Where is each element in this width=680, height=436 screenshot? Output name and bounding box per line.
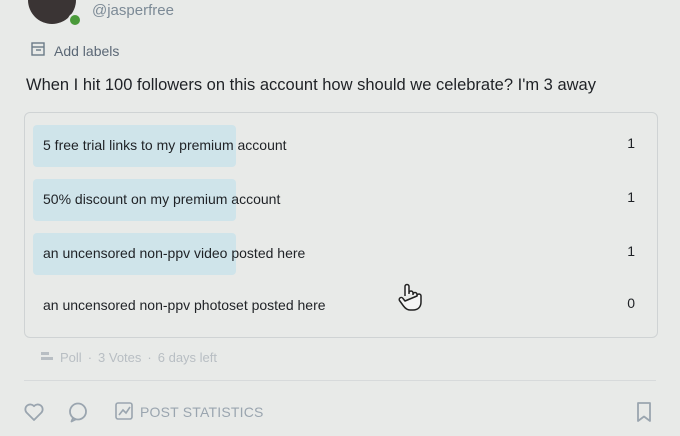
- heart-icon[interactable]: [22, 400, 46, 424]
- poll-option-votes: 0: [627, 295, 635, 311]
- hand-pointer-icon: [396, 282, 424, 312]
- post-card: @jasperfree Add labels When I hit 100 fo…: [0, 0, 680, 436]
- add-labels-label: Add labels: [54, 43, 120, 59]
- post-header: @jasperfree: [0, 0, 680, 36]
- poll-option[interactable]: an uncensored non-ppv video posted here …: [33, 233, 649, 275]
- meta-separator: ·: [147, 349, 152, 365]
- user-handle[interactable]: @jasperfree: [92, 2, 174, 19]
- poll-vote-total: 3 Votes: [98, 349, 142, 365]
- post-actions: POST STATISTICS: [22, 398, 662, 426]
- poll-time-left: 6 days left: [157, 349, 218, 365]
- post-statistics-label: POST STATISTICS: [140, 404, 264, 420]
- poll-option-votes: 1: [627, 243, 635, 259]
- poll-option[interactable]: 50% discount on my premium account 1: [33, 179, 649, 221]
- meta-separator: ·: [87, 349, 93, 365]
- post-text: When I hit 100 followers on this account…: [26, 76, 596, 94]
- poll-option-label: 50% discount on my premium account: [43, 191, 281, 207]
- poll-option-label: an uncensored non-ppv photoset posted he…: [43, 297, 326, 313]
- tag-icon: [30, 41, 46, 62]
- poll-type-label: Poll: [60, 349, 82, 365]
- poll-option-label: an uncensored non-ppv video posted here: [43, 245, 306, 261]
- poll-meta: Poll · 3 Votes · 6 days left: [40, 348, 217, 366]
- add-labels-button[interactable]: Add labels: [30, 41, 120, 62]
- chart-icon: [114, 401, 134, 424]
- online-status-dot: [68, 13, 82, 27]
- post-statistics-button[interactable]: POST STATISTICS: [114, 400, 264, 424]
- poll-option-votes: 1: [627, 135, 635, 151]
- poll-option[interactable]: 5 free trial links to my premium account…: [33, 125, 649, 167]
- poll-option-votes: 1: [627, 189, 635, 205]
- poll: 5 free trial links to my premium account…: [24, 112, 658, 338]
- poll-option-label: 5 free trial links to my premium account: [43, 137, 287, 153]
- poll-option[interactable]: an uncensored non-ppv photoset posted he…: [33, 285, 649, 327]
- comment-icon[interactable]: [66, 400, 90, 424]
- bookmark-icon[interactable]: [632, 400, 656, 424]
- poll-icon: [40, 349, 54, 366]
- divider: [24, 380, 656, 381]
